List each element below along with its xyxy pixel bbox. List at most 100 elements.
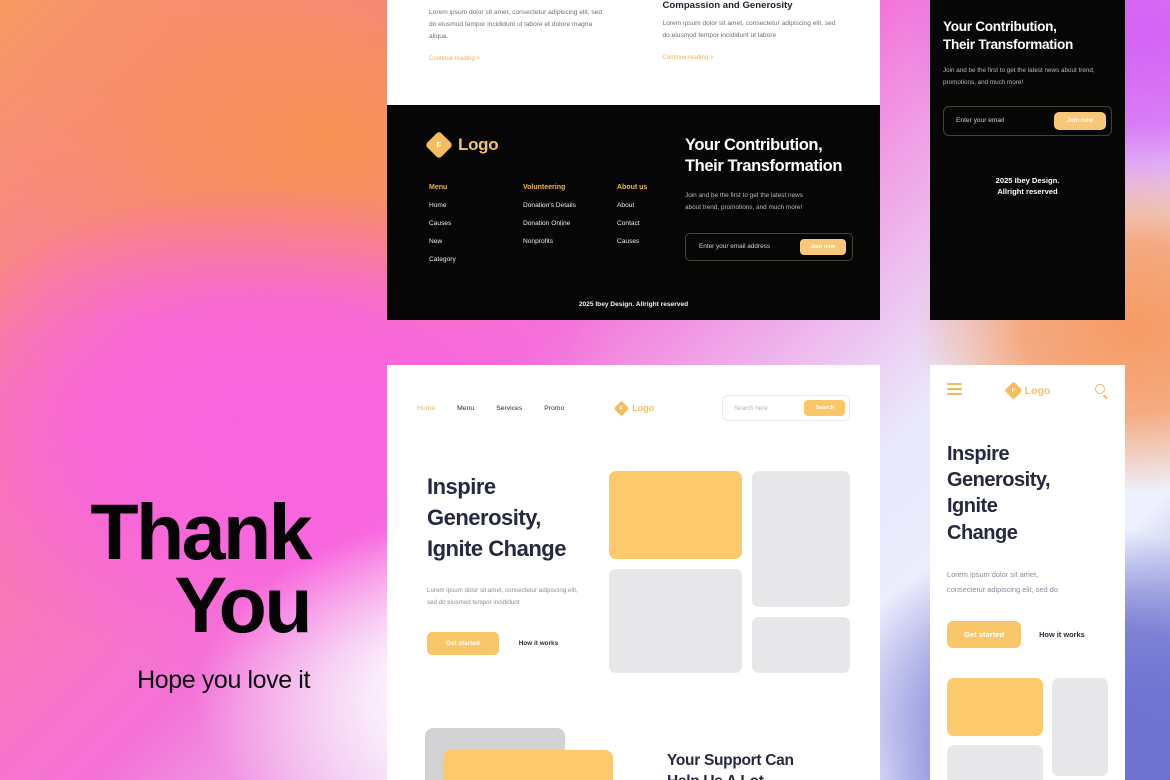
- header-logo[interactable]: F Logo: [613, 400, 655, 416]
- thank-you-line-2: You: [174, 559, 312, 649]
- logo-text: Logo: [458, 135, 499, 154]
- thank-you-block: Thank You Hope you love it: [0, 487, 312, 695]
- article-card: Compassion and Generosity Lorem ipsum do…: [663, 0, 839, 62]
- hero-heading-line-3: Ignite Change: [427, 536, 566, 562]
- mobile-newsletter-email-input[interactable]: Enter your email: [956, 117, 1004, 124]
- support-section: Your Support Can Help Us A Lot: [387, 673, 880, 780]
- logo-mark-letter: F: [436, 140, 442, 150]
- newsletter-subtitle-line-2: about trend, promotions, and much more!: [685, 203, 803, 211]
- mobile-image-placeholder: [1052, 678, 1108, 776]
- footer-link[interactable]: About: [617, 202, 673, 209]
- hero-image-placeholder: [752, 471, 850, 607]
- footer-column-about: About us About Contact Causes: [617, 184, 673, 274]
- mobile-hero-heading-line-3: Ignite: [947, 495, 998, 518]
- hero-image-placeholder-accent: [609, 471, 742, 559]
- site-footer: F Logo Menu Home Causes New Category Vol…: [387, 105, 880, 320]
- logo-text: Logo: [632, 403, 655, 413]
- mobile-image-placeholder-accent: [947, 678, 1043, 736]
- mobile-header-logo[interactable]: F Logo: [1003, 381, 1051, 400]
- hero-paragraph: Lorem ipsum dolor sit amet, consectetur …: [427, 586, 578, 606]
- footer-left-column: F Logo Menu Home Causes New Category Vol…: [424, 130, 673, 274]
- mobile-grid-column-left: [947, 678, 1043, 780]
- footer-column-menu: Menu Home Causes New Category: [429, 184, 485, 274]
- footer-logo[interactable]: F Logo: [424, 130, 673, 160]
- search-bar: Search here Search: [722, 395, 850, 421]
- footer-link[interactable]: Donation Online: [523, 220, 579, 227]
- get-started-button[interactable]: Get started: [427, 631, 499, 655]
- newsletter-join-button[interactable]: Join now: [799, 238, 846, 255]
- hero-cta-row: Get started How it works: [427, 631, 579, 655]
- mobile-newsletter-form: Enter your email Join now: [943, 105, 1112, 136]
- footer-link[interactable]: Causes: [429, 220, 485, 227]
- newsletter-email-input[interactable]: Enter your email address: [699, 243, 770, 250]
- footer-link[interactable]: Nonprofits: [523, 238, 579, 245]
- article-body: Lorem ipsum dolor sit amet, consectetur …: [429, 9, 602, 40]
- mobile-copyright-line-1: 2025 Ibey Design.: [995, 175, 1060, 185]
- footer-link[interactable]: New: [429, 238, 485, 245]
- hero-heading-line-2: Generosity,: [427, 505, 541, 531]
- hero-image-placeholder: [752, 617, 850, 673]
- mobile-hero-heading-line-4: Change: [947, 521, 1018, 544]
- hero-section: Inspire Generosity, Ignite Change Lorem …: [387, 421, 880, 673]
- nav-item-home[interactable]: Home: [417, 405, 435, 412]
- footer-link[interactable]: Home: [429, 202, 485, 209]
- newsletter-section: Your Contribution, Their Transformation …: [673, 135, 853, 274]
- mobile-newsletter-subtitle: Join and be the first to get the latest …: [943, 67, 1095, 86]
- footer-column-title: Volunteering: [523, 184, 566, 191]
- diamond-logo-icon: F: [613, 400, 630, 416]
- support-image-placeholder-front: [443, 750, 613, 780]
- logo-mark-letter: F: [620, 405, 624, 411]
- mobile-home-body: F Logo Inspire Generosity, Ignite Change…: [930, 365, 1125, 780]
- diamond-logo-icon: F: [1003, 381, 1023, 400]
- nav-item-promo[interactable]: Promo: [544, 405, 564, 412]
- mobile-hero-cta-row: Get started How it works: [947, 621, 1108, 648]
- mobile-newsletter-join-button[interactable]: Join now: [1054, 111, 1106, 130]
- how-it-works-link[interactable]: How it works: [519, 640, 558, 647]
- footer-link[interactable]: Causes: [617, 238, 673, 245]
- article-card: Lorem ipsum dolor sit amet, consectetur …: [429, 0, 605, 62]
- thank-you-line-1: Thank: [90, 487, 312, 576]
- nav-item-services[interactable]: Services: [496, 405, 522, 412]
- footer-link[interactable]: Category: [429, 256, 485, 263]
- mobile-grid-column-right: [1052, 678, 1108, 780]
- logo-mark-letter: F: [1011, 387, 1015, 394]
- footer-link-columns: Menu Home Causes New Category Volunteeri…: [429, 184, 673, 274]
- footer-column-title: About us: [617, 184, 648, 191]
- mobile-newsletter-heading-line-2: Their Transformation: [943, 36, 1073, 52]
- search-button[interactable]: Search: [804, 400, 845, 416]
- continue-reading-link[interactable]: Continue reading >: [429, 56, 605, 62]
- mobile-newsletter-heading-line-1: Your Contribution,: [943, 19, 1057, 34]
- nav-item-menu[interactable]: Menu: [457, 405, 474, 412]
- mobile-get-started-button[interactable]: Get started: [947, 621, 1022, 648]
- newsletter-heading-line-2: Their Transformation: [685, 156, 843, 175]
- footer-grid: F Logo Menu Home Causes New Category Vol…: [424, 130, 853, 274]
- copyright-text: 2025 Ibey Design. Allright reserved: [578, 301, 689, 308]
- search-icon[interactable]: [1095, 384, 1108, 399]
- mobile-footer-mockup: Donation Online Nonprofits Contact Cause…: [930, 0, 1125, 320]
- continue-reading-link[interactable]: Continue reading >: [663, 55, 839, 61]
- support-image-stack: [425, 728, 637, 780]
- hero-image-grid: [609, 471, 850, 673]
- newsletter-heading-line-1: Your Contribution,: [685, 136, 823, 154]
- support-heading-line-2: Help Us A Lot: [667, 771, 850, 780]
- footer-column-title: Menu: [429, 184, 448, 191]
- mobile-how-it-works-link[interactable]: How it works: [1039, 630, 1085, 639]
- mobile-hero-paragraph-line-2: consectetur adipiscing elit, sed do: [947, 584, 1058, 594]
- article-body: Lorem ipsum dolor sit amet, consectetur …: [662, 20, 836, 39]
- newsletter-subtitle-line-1: Join and be the first to get the latest …: [685, 191, 803, 199]
- mobile-hero-heading-line-1: Inspire: [947, 442, 1010, 465]
- mobile-top-navigation: F Logo: [947, 381, 1108, 400]
- diamond-logo-icon: F: [424, 130, 454, 160]
- hero-copy: Inspire Generosity, Ignite Change Lorem …: [427, 471, 579, 673]
- logo-text: Logo: [1024, 384, 1051, 397]
- hero-grid-column-right: [752, 471, 850, 673]
- support-copy: Your Support Can Help Us A Lot: [667, 728, 850, 780]
- top-navigation: Home Menu Services Promo F Logo Search h…: [387, 365, 880, 421]
- article-row: Lorem ipsum dolor sit amet, consectetur …: [387, 0, 880, 62]
- footer-link[interactable]: Donation's Details: [523, 202, 579, 209]
- search-input[interactable]: Search here: [734, 405, 768, 412]
- footer-link[interactable]: Contact: [617, 220, 673, 227]
- hamburger-menu-icon[interactable]: [947, 383, 962, 399]
- mobile-copyright-line-2: Allright reserved: [997, 186, 1058, 196]
- article-title: Compassion and Generosity: [662, 0, 793, 11]
